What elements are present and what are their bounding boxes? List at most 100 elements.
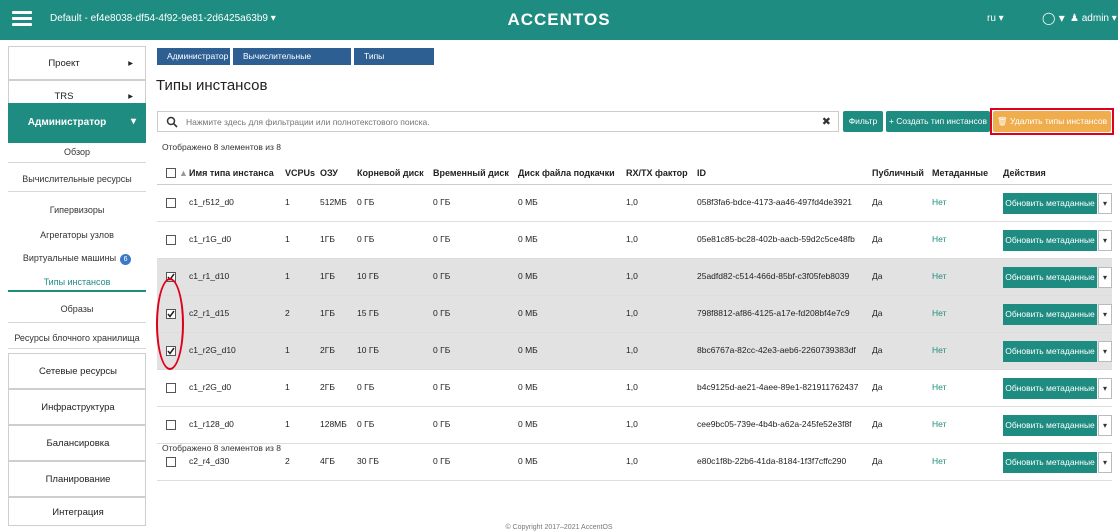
clear-icon[interactable]: ✖ <box>822 115 831 128</box>
cell-ephemeral-disk: 0 ГБ <box>433 271 451 281</box>
cell-metadata[interactable]: Нет <box>932 271 946 281</box>
actions-dropdown-icon[interactable]: ▾ <box>1098 341 1112 362</box>
sidebar-item-administrator[interactable]: Администратор ▾ <box>8 103 146 143</box>
table-header: ▲ Имя типа инстанса VCPUs ОЗУ Корневой д… <box>157 163 1112 185</box>
cell-name[interactable]: c1_r2G_d10 <box>189 345 236 355</box>
sidebar-item-images[interactable]: Образы <box>8 304 146 314</box>
cell-name[interactable]: c1_r1G_d0 <box>189 234 231 244</box>
actions-dropdown-icon[interactable]: ▾ <box>1098 304 1112 325</box>
row-checkbox[interactable] <box>166 309 176 319</box>
cell-name[interactable]: c1_r512_d0 <box>189 197 234 207</box>
cell-metadata[interactable]: Нет <box>932 345 946 355</box>
cell-ram: 1ГБ <box>320 234 335 244</box>
cell-public: Да <box>872 382 883 392</box>
cell-public: Да <box>872 234 883 244</box>
update-metadata-button[interactable]: Обновить метаданные <box>1003 378 1097 399</box>
sidebar-item-integration[interactable]: Интеграция <box>8 497 146 526</box>
sidebar: Проект ▸ TRS ▸ Администратор ▾ Обзор Выч… <box>8 46 146 526</box>
sidebar-item-block-storage[interactable]: Ресурсы блочного хранилища <box>8 333 146 343</box>
chevron-down-icon: ▾ <box>130 116 136 127</box>
actions-dropdown-icon[interactable]: ▾ <box>1098 193 1112 214</box>
row-checkbox[interactable] <box>166 457 176 467</box>
cell-metadata[interactable]: Нет <box>932 308 946 318</box>
sidebar-item-project[interactable]: Проект ▸ <box>8 46 146 80</box>
menu-icon[interactable] <box>12 11 32 27</box>
actions-dropdown-icon[interactable]: ▾ <box>1098 452 1112 473</box>
cell-name[interactable]: c2_r1_d15 <box>189 308 229 318</box>
column-header-name[interactable]: Имя типа инстанса <box>189 168 274 178</box>
sidebar-item-scheduling[interactable]: Планирование <box>8 461 146 497</box>
language-selector[interactable]: ru ▾ <box>987 13 1004 24</box>
sidebar-item-infrastructure[interactable]: Инфраструктура <box>8 389 146 425</box>
page-title: Типы инстансов <box>156 77 268 94</box>
cell-metadata[interactable]: Нет <box>932 234 946 244</box>
sidebar-item-instances[interactable]: Виртуальные машины 6 <box>8 253 146 265</box>
cell-name[interactable]: c1_r2G_d0 <box>189 382 231 392</box>
update-metadata-button[interactable]: Обновить метаданные <box>1003 415 1097 436</box>
theme-selector[interactable]: ◯ ▾ <box>1042 11 1065 25</box>
cell-ram: 2ГБ <box>320 382 335 392</box>
cell-name[interactable]: c2_r4_d30 <box>189 456 229 466</box>
row-checkbox[interactable] <box>166 420 176 430</box>
row-checkbox[interactable] <box>166 198 176 208</box>
sidebar-item-overview[interactable]: Обзор <box>8 147 146 157</box>
sidebar-item-network[interactable]: Сетевые ресурсы <box>8 353 146 389</box>
cell-name[interactable]: c1_r1_d10 <box>189 271 229 281</box>
select-all-checkbox[interactable] <box>166 168 176 178</box>
actions-dropdown-icon[interactable]: ▾ <box>1098 415 1112 436</box>
column-header-vcpus[interactable]: VCPUs <box>285 168 315 178</box>
update-metadata-button[interactable]: Обновить метаданные <box>1003 304 1097 325</box>
breadcrumb-item-flavors[interactable]: Типы инстансов <box>354 48 434 78</box>
cell-name[interactable]: c1_r128_d0 <box>189 419 234 429</box>
sidebar-item-compute[interactable]: Вычислительные ресурсы <box>8 174 146 184</box>
cell-root-disk: 10 ГБ <box>357 345 379 355</box>
cell-ram: 2ГБ <box>320 345 335 355</box>
sidebar-item-host-aggregates[interactable]: Агрегаторы узлов <box>8 230 146 240</box>
create-flavor-button[interactable]: + Создать тип инстансов <box>886 111 990 132</box>
filter-button[interactable]: Фильтр <box>843 111 883 132</box>
column-header-public[interactable]: Публичный <box>872 168 924 178</box>
column-header-rxtx[interactable]: RX/TX фактор <box>626 168 688 178</box>
cell-metadata[interactable]: Нет <box>932 419 946 429</box>
sort-icon[interactable]: ▲ <box>179 168 188 178</box>
cell-metadata[interactable]: Нет <box>932 382 946 392</box>
sidebar-item-flavors[interactable]: Типы инстансов <box>8 277 146 287</box>
update-metadata-button[interactable]: Обновить метаданные <box>1003 193 1097 214</box>
column-header-ephemeral-disk[interactable]: Временный диск <box>433 168 509 178</box>
column-header-metadata[interactable]: Метаданные <box>932 168 988 178</box>
actions-dropdown-icon[interactable]: ▾ <box>1098 267 1112 288</box>
column-header-root-disk[interactable]: Корневой диск <box>357 168 424 178</box>
cell-vcpus: 1 <box>285 382 290 392</box>
cell-public: Да <box>872 345 883 355</box>
row-checkbox[interactable] <box>166 272 176 282</box>
cell-metadata[interactable]: Нет <box>932 456 946 466</box>
breadcrumb-item-compute[interactable]: Вычислительные ресурсы <box>233 48 351 78</box>
row-checkbox[interactable] <box>166 383 176 393</box>
actions-dropdown-icon[interactable]: ▾ <box>1098 230 1112 251</box>
update-metadata-button[interactable]: Обновить метаданные <box>1003 267 1097 288</box>
actions-dropdown-icon[interactable]: ▾ <box>1098 378 1112 399</box>
cell-vcpus: 1 <box>285 197 290 207</box>
update-metadata-button[interactable]: Обновить метаданные <box>1003 341 1097 362</box>
cell-id: 25adfd82-c514-466d-85bf-c3f05feb8039 <box>697 271 850 281</box>
cell-vcpus: 1 <box>285 234 290 244</box>
column-header-id[interactable]: ID <box>697 168 706 178</box>
column-header-ram[interactable]: ОЗУ <box>320 168 338 178</box>
update-metadata-button[interactable]: Обновить метаданные <box>1003 452 1097 473</box>
project-selector[interactable]: Default - ef4e8038-df54-4f92-9e81-2d6425… <box>50 13 276 24</box>
sidebar-item-balancing[interactable]: Балансировка <box>8 425 146 461</box>
cell-rxtx: 1,0 <box>626 456 638 466</box>
user-icon: ♟ <box>1070 13 1082 24</box>
search-input[interactable] <box>186 114 806 129</box>
cell-public: Да <box>872 419 883 429</box>
update-metadata-button[interactable]: Обновить метаданные <box>1003 230 1097 251</box>
row-checkbox[interactable] <box>166 346 176 356</box>
sidebar-item-label: Проект <box>48 58 80 69</box>
cell-metadata[interactable]: Нет <box>932 197 946 207</box>
breadcrumb-item-admin[interactable]: Администратор <box>157 48 230 65</box>
cell-ephemeral-disk: 0 ГБ <box>433 456 451 466</box>
row-checkbox[interactable] <box>166 235 176 245</box>
sidebar-item-hypervisors[interactable]: Гипервизоры <box>8 205 146 215</box>
column-header-swap-disk[interactable]: Диск файла подкачки <box>518 168 615 178</box>
user-menu[interactable]: ♟ admin ▾ <box>1070 13 1117 24</box>
